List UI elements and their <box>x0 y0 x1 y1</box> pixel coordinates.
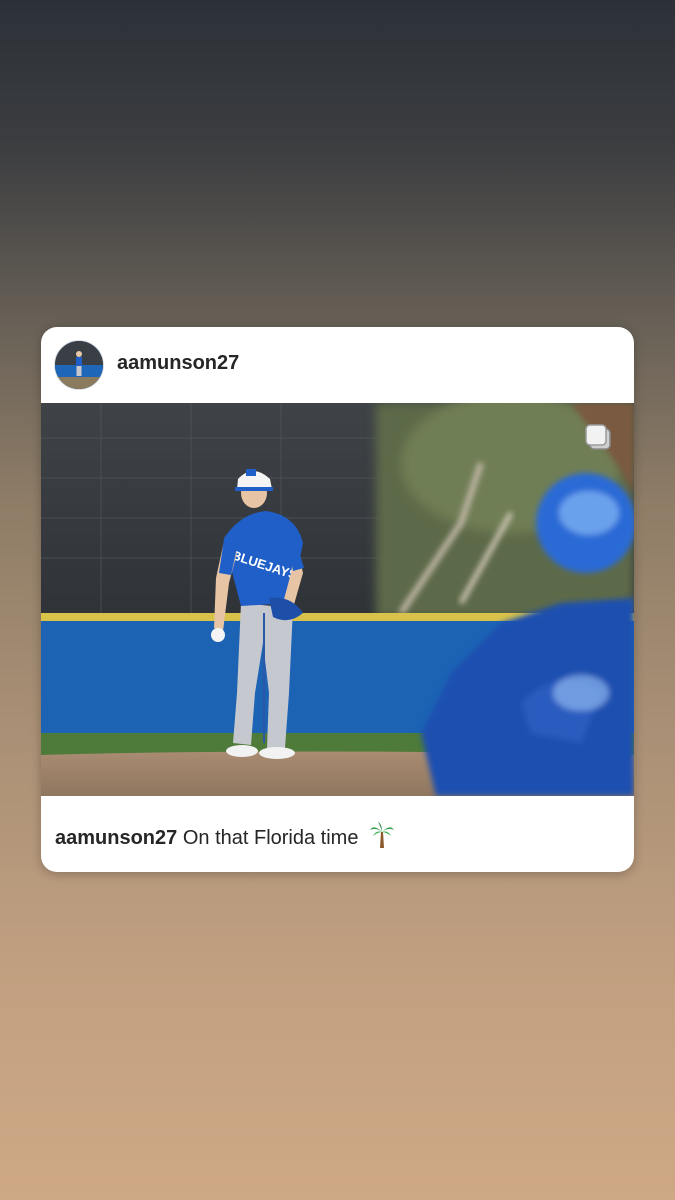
avatar[interactable] <box>54 340 104 390</box>
multiple-photos-icon <box>584 423 614 453</box>
post-card[interactable]: aamunson27 BLUEJAYS aamunson27 On that F… <box>41 327 634 872</box>
caption-text: On that Florida time <box>182 827 359 849</box>
caption-username[interactable]: aamunson27 <box>55 827 177 849</box>
palm-tree-icon <box>370 822 395 854</box>
post-header: aamunson27 <box>41 327 634 403</box>
post-caption: aamunson27 On that Florida time <box>55 822 395 854</box>
post-username[interactable]: aamunson27 <box>117 352 239 375</box>
post-photo[interactable]: BLUEJAYS <box>41 403 634 796</box>
